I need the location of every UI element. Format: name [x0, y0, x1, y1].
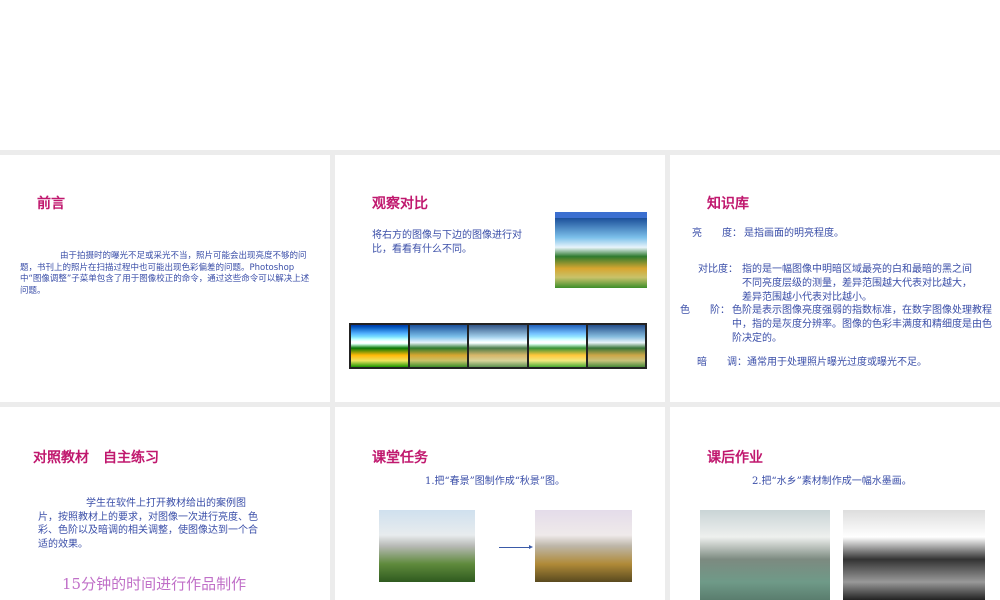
- slide-title: 课堂任务: [372, 450, 428, 466]
- kb-item: 暗 调： 通常用于处理照片曝光过度或曝光不足。: [697, 356, 987, 370]
- slide-title: 前言: [37, 196, 65, 212]
- arrow-icon: [499, 545, 533, 549]
- slide-title: 观察对比: [372, 196, 428, 212]
- kb-desc: 是指画面的明亮程度。: [744, 228, 844, 239]
- kb-item: 对比度： 指的是一幅图像中明暗区域最亮的白和最暗的黑之间不同亮度层级的测量，差异范…: [698, 263, 983, 305]
- watertown-photo: [700, 510, 830, 600]
- photo-variant: [469, 325, 527, 367]
- slide-thumbnail-1[interactable]: 前言 由于拍摄时的曝光不足或采光不当，照片可能会出现亮度不够的问题，书刊上的照片…: [0, 155, 330, 402]
- kb-item: 亮 度： 是指画面的明亮程度。: [692, 227, 982, 241]
- kb-desc: 通常用于处理照片曝光过度或曝光不足。: [747, 357, 927, 368]
- photo-variant: [351, 325, 409, 367]
- kb-term: 暗 调：: [697, 357, 747, 368]
- slide-thumbnail-3[interactable]: 知识库 亮 度： 是指画面的明亮程度。 对比度： 指的是一幅图像中明暗区域最亮的白和…: [670, 155, 1000, 402]
- photo-variant: [587, 325, 646, 367]
- photo-window-image: [555, 212, 647, 288]
- slide-thumbnail-6[interactable]: 课后作业 2.把“水乡”素材制作成一幅水墨画。: [670, 407, 1000, 600]
- photo-variant: [410, 325, 468, 367]
- slide-note: 15分钟的时间进行作品制作: [62, 575, 247, 593]
- slide-title: 对照教材 自主练习: [33, 450, 159, 466]
- kb-term: 亮 度：: [692, 228, 742, 239]
- photo-strip: [349, 323, 647, 369]
- slide-title: 知识库: [707, 196, 749, 212]
- kb-desc: 色阶是表示图像亮度强弱的指数标准，在数字图像处理教程中，指的是灰度分辨率。图像的…: [732, 305, 992, 344]
- kb-term: 色 阶：: [680, 305, 730, 316]
- slide-body: 将右方的图像与下边的图像进行对比，看看有什么不同。: [372, 230, 522, 255]
- slide-thumbnail-5[interactable]: 课堂任务 1.把“春景”图制作成“秋景”图。: [335, 407, 665, 600]
- slide-thumbnail-2[interactable]: 观察对比 将右方的图像与下边的图像进行对比，看看有什么不同。: [335, 155, 665, 402]
- kb-term: 对比度：: [698, 264, 738, 275]
- slide-body: 1.把“春景”图制作成“秋景”图。: [425, 476, 565, 487]
- slide-body: 学生在软件上打开教材给出的案例图片，按照教材上的要求，对图像一次进行亮度、色彩、…: [38, 498, 258, 550]
- slide-body: 2.把“水乡”素材制作成一幅水墨画。: [752, 476, 912, 487]
- slide-thumbnail-4[interactable]: 对照教材 自主练习 学生在软件上打开教材给出的案例图片，按照教材上的要求，对图像…: [0, 407, 330, 600]
- slide-title: 课后作业: [707, 450, 763, 466]
- spring-photo: [379, 510, 475, 582]
- ink-painting-photo: [843, 510, 985, 600]
- kb-desc: 指的是一幅图像中明暗区域最亮的白和最暗的黑之间不同亮度层级的测量，差异范围越大代…: [742, 264, 972, 303]
- slide-body: 由于拍摄时的曝光不足或采光不当，照片可能会出现亮度不够的问题，书刊上的照片在扫描…: [20, 251, 310, 296]
- kb-item: 色 阶： 色阶是表示图像亮度强弱的指数标准，在数字图像处理教程中，指的是灰度分辨率…: [680, 304, 995, 346]
- autumn-photo: [535, 510, 632, 582]
- slide-sorter-top-area: [0, 0, 1000, 150]
- photo-variant: [528, 325, 586, 367]
